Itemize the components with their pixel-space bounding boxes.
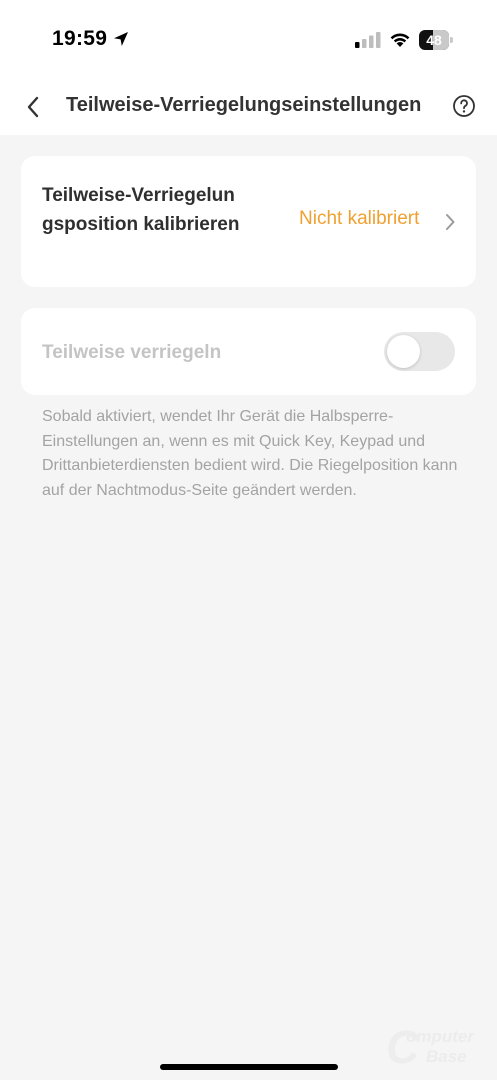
partial-lock-label: Teilweise verriegeln [42, 342, 222, 363]
wifi-icon [389, 30, 411, 53]
status-bar: 19:59 48 [0, 0, 497, 80]
navigation-bar: Teilweise-Verriegelungseinstellungen [0, 80, 497, 135]
partial-lock-row: Teilweise verriegeln [21, 308, 476, 395]
back-button[interactable] [18, 92, 48, 122]
home-indicator [160, 1064, 338, 1070]
battery-level: 48 [426, 32, 442, 48]
chevron-right-icon [444, 212, 456, 237]
status-time: 19:59 [52, 27, 108, 50]
partial-lock-description: Sobald aktiviert, wendet Ihr Gerät die H… [42, 408, 458, 499]
help-button[interactable] [452, 94, 476, 118]
chevron-left-icon [27, 96, 39, 118]
calibrate-position-label: Teilweise-Verriegelungsposition kalibrie… [42, 185, 240, 235]
calibration-status: Nicht kalibriert [299, 208, 420, 229]
cellular-signal-icon [355, 32, 381, 53]
watermark-logo: C omputer Base [386, 1021, 474, 1073]
location-arrow-icon [112, 30, 130, 53]
calibrate-position-row[interactable]: Teilweise-Verriegelungsposition kalibrie… [21, 156, 476, 287]
toggle-knob [387, 335, 420, 368]
partial-lock-toggle[interactable] [384, 332, 455, 371]
page-title: Teilweise-Verriegelungseinstellungen [66, 94, 422, 116]
question-circle-icon [453, 95, 475, 117]
battery-icon: 48 [419, 30, 453, 50]
